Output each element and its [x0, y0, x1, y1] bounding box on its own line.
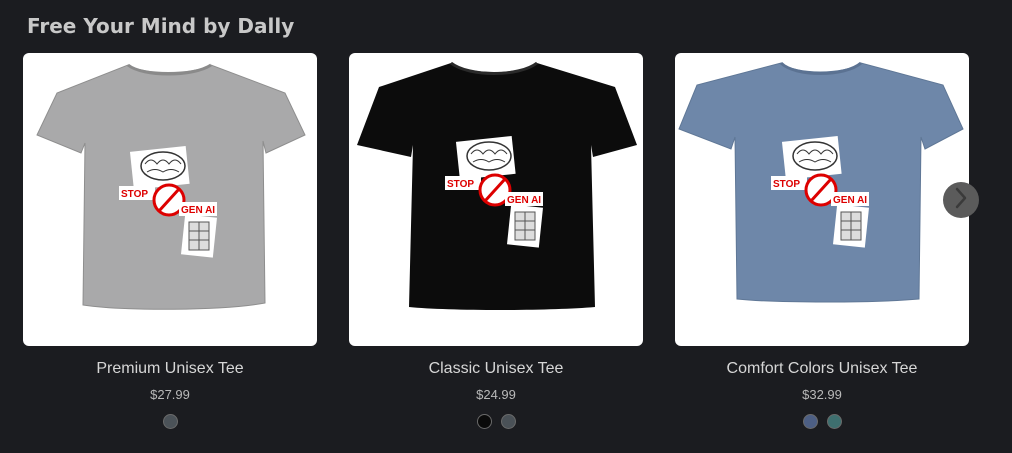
section-title: Free Your Mind by Dally: [27, 14, 295, 38]
product-carousel: Free Your Mind by Dally STOP GEN AI Prem…: [0, 0, 1012, 453]
tshirt-image: STOP GEN AI: [678, 61, 964, 303]
design-gen-ai-text: GEN AI: [181, 205, 215, 216]
product-image[interactable]: STOP GEN AI: [675, 53, 969, 346]
color-swatch[interactable]: [802, 414, 818, 429]
product-card[interactable]: STOP GEN AI Comfort Colors Unisex Tee $3…: [675, 53, 969, 429]
chevron-right-icon: [953, 186, 969, 215]
tshirt-image: STOP GEN AI: [357, 61, 637, 310]
product-price: $32.99: [802, 387, 842, 402]
product-price: $24.99: [476, 387, 516, 402]
color-swatches: [23, 414, 317, 429]
design-gen-ai-text: GEN AI: [833, 195, 867, 206]
product-price: $27.99: [150, 387, 190, 402]
product-name[interactable]: Comfort Colors Unisex Tee: [675, 360, 969, 378]
color-swatches: [349, 414, 643, 429]
design-stop-text: STOP: [773, 179, 800, 190]
color-swatches: [675, 414, 969, 429]
tshirt-image: STOP GEN AI: [36, 63, 306, 310]
carousel-next-button[interactable]: [943, 182, 979, 218]
product-name[interactable]: Classic Unisex Tee: [349, 360, 643, 378]
color-swatch[interactable]: [162, 414, 178, 429]
product-card[interactable]: STOP GEN AI Premium Unisex Tee $27.99: [23, 53, 317, 429]
product-name[interactable]: Premium Unisex Tee: [23, 360, 317, 378]
product-card[interactable]: STOP GEN AI Classic Unisex Tee $24.99: [349, 53, 643, 429]
product-image[interactable]: STOP GEN AI: [23, 53, 317, 346]
design-stop-text: STOP: [121, 189, 148, 200]
design-gen-ai-text: GEN AI: [507, 195, 541, 206]
color-swatch[interactable]: [500, 414, 516, 429]
color-swatch[interactable]: [476, 414, 492, 429]
color-swatch[interactable]: [826, 414, 842, 429]
product-image[interactable]: STOP GEN AI: [349, 53, 643, 346]
design-stop-text: STOP: [447, 179, 474, 190]
